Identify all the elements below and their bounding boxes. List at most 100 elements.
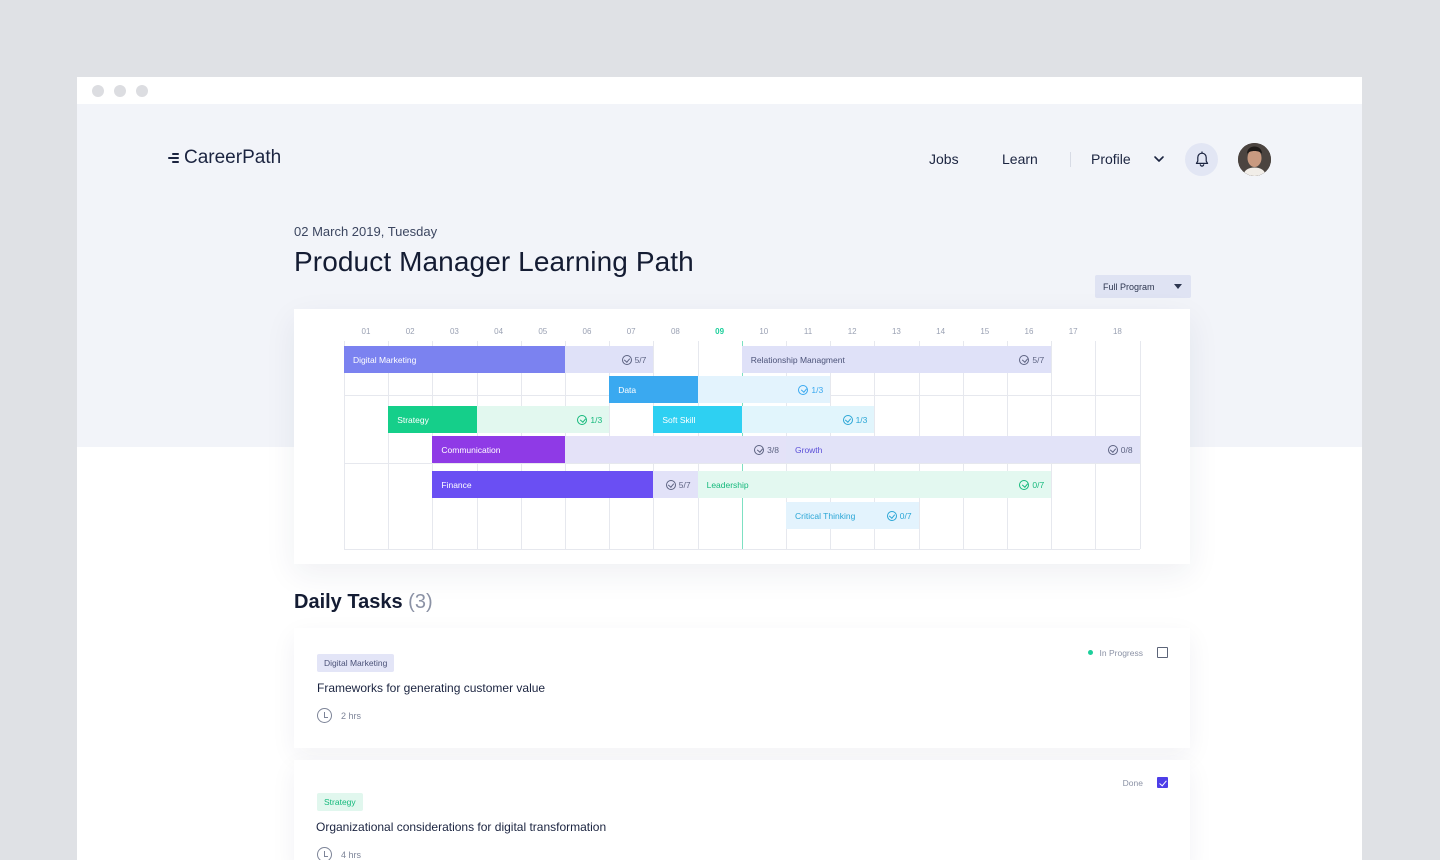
gantt-column-label: 01 xyxy=(361,327,371,336)
task-status-label: Done xyxy=(1122,777,1143,788)
gantt-task-progress-label: 3/8 xyxy=(767,444,779,455)
task-tag[interactable]: Strategy xyxy=(317,793,363,811)
page-date: 02 March 2019, Tuesday xyxy=(294,224,438,239)
gantt-column-label: 07 xyxy=(626,327,636,336)
task-checkbox[interactable] xyxy=(1157,777,1168,788)
window-minimize-button[interactable] xyxy=(114,85,126,97)
gantt-task-progress-label: 1/3 xyxy=(811,384,824,395)
browser-window: CareerPath Jobs Learn Profile 02 March 2… xyxy=(77,77,1362,860)
gantt-task-label: Strategy xyxy=(397,414,429,425)
task-tag[interactable]: Digital Marketing xyxy=(317,654,395,672)
gantt-task-label: Digital Marketing xyxy=(353,354,417,365)
nav-jobs[interactable]: Jobs xyxy=(929,151,959,167)
gantt-column-label: 08 xyxy=(670,327,680,336)
gantt-task-bar[interactable]: Finance 5/7 xyxy=(432,471,698,498)
gantt-task-count: 0/7 xyxy=(1019,471,1044,498)
gantt-column-label: 13 xyxy=(891,327,901,336)
check-circle-icon xyxy=(1107,444,1118,455)
gantt-task-count: 0/7 xyxy=(886,502,912,529)
window-maximize-button[interactable] xyxy=(136,85,148,97)
check-circle-icon xyxy=(665,479,676,490)
nav-divider xyxy=(1070,152,1071,167)
gantt-task-progress-label: 1/3 xyxy=(590,414,603,425)
task-duration-value: 4 hrs xyxy=(341,849,362,860)
caret-down-icon xyxy=(1174,284,1182,289)
task-duration-value: 2 hrs xyxy=(341,710,362,721)
gantt-task-label: Soft Skill xyxy=(662,414,696,425)
gantt-task-bar[interactable]: Relationship Managment 5/7 xyxy=(741,346,1052,373)
gantt-column-label: 11 xyxy=(803,327,813,336)
gantt-column-label: 15 xyxy=(980,327,990,336)
daily-tasks-title: Daily Tasks xyxy=(294,591,403,613)
gantt-task-progress-label: 5/7 xyxy=(678,479,691,490)
nav-profile[interactable]: Profile xyxy=(1091,151,1131,167)
gantt-column-label: 03 xyxy=(449,327,459,336)
avatar[interactable] xyxy=(1238,143,1271,176)
gantt-task-bar[interactable]: Communication 3/8 xyxy=(432,436,786,463)
gantt-task-bar[interactable]: Leadership 0/7 xyxy=(697,471,1052,498)
gantt-task-count: 3/8 xyxy=(754,436,779,463)
daily-tasks-count: (3) xyxy=(408,591,433,613)
gantt-task-label: Data xyxy=(618,384,637,395)
notifications-button[interactable] xyxy=(1185,143,1218,176)
gantt-task-label: Leadership xyxy=(706,479,749,490)
check-circle-icon xyxy=(577,414,588,425)
gantt-task-label: Critical Thinking xyxy=(795,510,856,521)
gantt-task-progress-label: 5/7 xyxy=(1032,354,1045,365)
task-status-label: In Progress xyxy=(1099,647,1143,658)
gantt-column-label: 10 xyxy=(759,327,769,336)
gantt-task-label: Growth xyxy=(795,444,823,455)
logo-mark-icon xyxy=(168,153,179,163)
gantt-column-label: 02 xyxy=(405,327,415,336)
check-circle-icon xyxy=(1019,354,1030,365)
gantt-task-bar[interactable]: Data 1/3 xyxy=(609,376,831,403)
gantt-task-bar[interactable]: Critical Thinking 0/7 xyxy=(786,502,919,529)
status-dot-icon xyxy=(1087,650,1093,655)
gantt-task-progress-label: 5/7 xyxy=(634,354,647,365)
nav-learn[interactable]: Learn xyxy=(1002,151,1038,167)
gantt-task-count: 1/3 xyxy=(798,376,823,403)
task-checkbox[interactable] xyxy=(1157,647,1168,658)
user-avatar-icon xyxy=(1238,143,1271,176)
task-duration: 2 hrs xyxy=(317,708,361,723)
gantt-task-bar[interactable]: Digital Marketing 5/7 xyxy=(344,346,654,373)
gantt-column-label: 09 xyxy=(715,327,725,336)
gantt-task-count: 5/7 xyxy=(1019,346,1044,373)
window-close-button[interactable] xyxy=(92,85,104,97)
gantt-column-label: 05 xyxy=(538,327,548,336)
gantt-grid-line xyxy=(344,463,1140,464)
gantt-task-count: 0/8 xyxy=(1107,436,1133,463)
gantt-column-label: 06 xyxy=(582,327,592,336)
gantt-column-label: 12 xyxy=(847,327,857,336)
check-circle-icon xyxy=(842,414,853,425)
page-title: Product Manager Learning Path xyxy=(294,246,694,277)
daily-tasks-heading: Daily Tasks (3) xyxy=(294,591,433,614)
task-card[interactable]: Digital Marketing Frameworks for generat… xyxy=(294,628,1190,748)
gantt-task-progress-label: 0/7 xyxy=(1032,479,1045,490)
check-circle-icon xyxy=(1019,479,1030,490)
clock-icon xyxy=(317,847,332,860)
gantt-column-label: 04 xyxy=(494,327,504,336)
program-select[interactable]: Full Program xyxy=(1095,275,1191,298)
gantt-task-bar[interactable]: Growth 0/8 xyxy=(786,436,1140,463)
check-circle-icon xyxy=(798,384,809,395)
task-status: Done xyxy=(1123,777,1168,788)
gantt-column-label: 17 xyxy=(1068,327,1078,336)
gantt-task-count: 5/7 xyxy=(621,346,647,373)
gantt-task-progress-label: 1/3 xyxy=(855,414,868,425)
task-title[interactable]: Organizational considerations for digita… xyxy=(316,820,606,834)
task-duration: 4 hrs xyxy=(317,847,361,860)
logo[interactable]: CareerPath xyxy=(168,147,281,169)
gantt-grid-line xyxy=(344,549,1140,550)
logo-text: CareerPath xyxy=(184,147,282,168)
task-title[interactable]: Frameworks for generating customer value xyxy=(317,681,545,695)
gantt-column-label: 16 xyxy=(1024,327,1034,336)
gantt-task-count: 1/3 xyxy=(577,406,602,433)
task-status: In Progress xyxy=(1087,647,1168,658)
chevron-down-icon[interactable] xyxy=(1152,152,1166,166)
gantt-task-label: Finance xyxy=(441,479,472,490)
bell-icon xyxy=(1195,151,1208,167)
gantt-task-bar[interactable]: Strategy 1/3 xyxy=(388,406,610,433)
task-card[interactable]: Strategy Organizational considerations f… xyxy=(294,760,1190,860)
gantt-task-bar[interactable]: Soft Skill 1/3 xyxy=(653,406,875,433)
